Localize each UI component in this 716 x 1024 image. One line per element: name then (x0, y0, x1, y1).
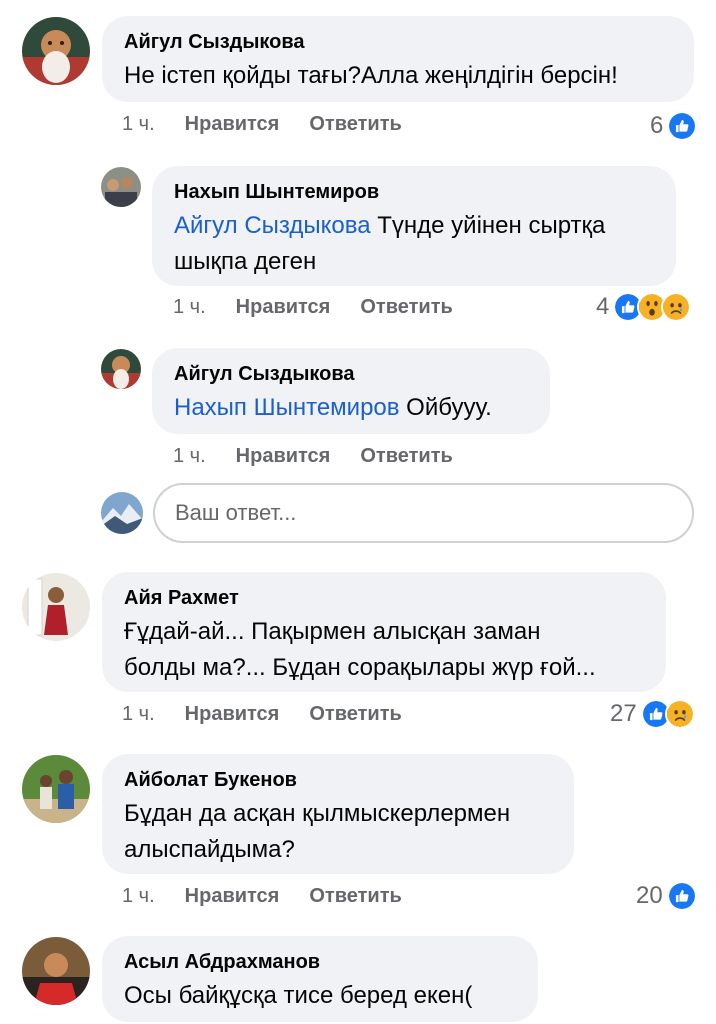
like-reaction-icon (667, 111, 698, 141)
reply-button[interactable]: Ответить (309, 885, 401, 908)
like-button[interactable]: Нравится (236, 296, 331, 319)
profile-photo-icon (22, 573, 90, 641)
comment-text-part: Түнде уйінен сыртқа (370, 212, 606, 239)
comment-author[interactable]: Айя Рахмет (124, 586, 644, 610)
reply-button[interactable]: Ответить (309, 113, 401, 136)
reaction-summary[interactable]: 27 (610, 699, 695, 729)
comment-author[interactable]: Асыл Абдрахманов (124, 950, 516, 974)
comment-text-line2: шықпа деген (174, 248, 317, 275)
avatar[interactable] (101, 167, 141, 207)
like-button[interactable]: Нравится (185, 885, 280, 908)
comment-actions: 1 ч. Нравится Ответить (122, 885, 432, 908)
comment-bubble: Асыл Абдрахманов Осы байқұсқа тисе беред… (102, 936, 538, 1022)
mention-link[interactable]: Айгул Сыздыкова (174, 212, 371, 239)
comment-bubble: Айболат Букенов Бұдан да асқан қылмыскер… (102, 754, 574, 874)
comment-time[interactable]: 1 ч. (173, 296, 206, 319)
avatar[interactable] (22, 573, 90, 641)
comment-time[interactable]: 1 ч. (122, 113, 155, 136)
comment-text-part: Ойбууу. (399, 394, 492, 421)
comment-text: Не істеп қойды тағы?Алла жеңілдігін берс… (124, 62, 618, 89)
reaction-count: 20 (636, 882, 663, 909)
comment-actions: 1 ч. Нравится Ответить (173, 296, 483, 319)
comment-text: Айгул Сыздыкова Түнде уйінен сыртқа (174, 208, 654, 244)
comment-author[interactable]: Айгул Сыздыкова (174, 362, 528, 386)
avatar[interactable] (22, 755, 90, 823)
comment-actions: 1 ч. Нравится Ответить (122, 113, 432, 136)
reply-button[interactable]: Ответить (360, 296, 452, 319)
comment-text: Осы байқұсқа тисе беред екен( (124, 982, 473, 1009)
reply-button[interactable]: Ответить (360, 445, 452, 468)
comment-bubble: Айгул Сыздыкова Не істеп қойды тағы?Алла… (102, 16, 694, 102)
reply-input[interactable] (155, 485, 692, 541)
reaction-summary[interactable]: 6 (650, 111, 698, 141)
profile-photo-icon (101, 492, 143, 534)
comment-bubble: Айгул Сыздыкова Нахып Шынтемиров Ойбууу. (152, 348, 550, 434)
like-reaction-icon (666, 881, 697, 911)
comment-text-line2: алыспайдыма? (124, 836, 295, 863)
avatar[interactable] (101, 349, 141, 389)
comment-text: Ғұдай-ай... Пақырмен алысқан заман (124, 618, 541, 645)
comment-time[interactable]: 1 ч. (122, 885, 155, 908)
reply-button[interactable]: Ответить (309, 703, 401, 726)
comment-actions: 1 ч. Нравится Ответить (173, 445, 483, 468)
comment-bubble: Нахып Шынтемиров Айгул Сыздыкова Түнде у… (152, 166, 676, 286)
reaction-count: 27 (610, 700, 637, 727)
profile-photo-icon (22, 937, 90, 1005)
reply-input-box[interactable] (153, 483, 694, 543)
reaction-summary[interactable]: 4 (596, 292, 692, 322)
avatar (101, 492, 143, 534)
avatar[interactable] (22, 17, 90, 85)
profile-photo-icon (101, 167, 141, 207)
comment-text: Бұдан да асқан қылмыскерлермен (124, 800, 511, 827)
reaction-summary[interactable]: 20 (636, 881, 697, 911)
comment-text: Нахып Шынтемиров Ойбууу. (174, 390, 528, 426)
profile-photo-icon (22, 755, 90, 823)
mention-link[interactable]: Нахып Шынтемиров (174, 394, 400, 421)
like-button[interactable]: Нравится (185, 703, 280, 726)
avatar[interactable] (22, 937, 90, 1005)
profile-photo-icon (101, 349, 141, 389)
reaction-count: 6 (650, 112, 664, 139)
comment-actions: 1 ч. Нравится Ответить (122, 703, 432, 726)
comment-author[interactable]: Нахып Шынтемиров (174, 180, 654, 204)
profile-photo-icon (22, 17, 90, 85)
comment-author[interactable]: Айгул Сыздыкова (124, 30, 672, 54)
sad-reaction-icon (661, 292, 692, 322)
comment-time[interactable]: 1 ч. (173, 445, 206, 468)
sad-reaction-icon (664, 699, 695, 729)
reaction-count: 4 (596, 293, 610, 320)
comment-author[interactable]: Айболат Букенов (124, 768, 552, 792)
like-button[interactable]: Нравится (236, 445, 331, 468)
comment-text-line2: болды ма?... Бұдан сорақылары жүр ғой... (124, 654, 596, 681)
like-button[interactable]: Нравится (185, 113, 280, 136)
comment-time[interactable]: 1 ч. (122, 703, 155, 726)
comment-bubble: Айя Рахмет Ғұдай-ай... Пақырмен алысқан … (102, 572, 666, 692)
